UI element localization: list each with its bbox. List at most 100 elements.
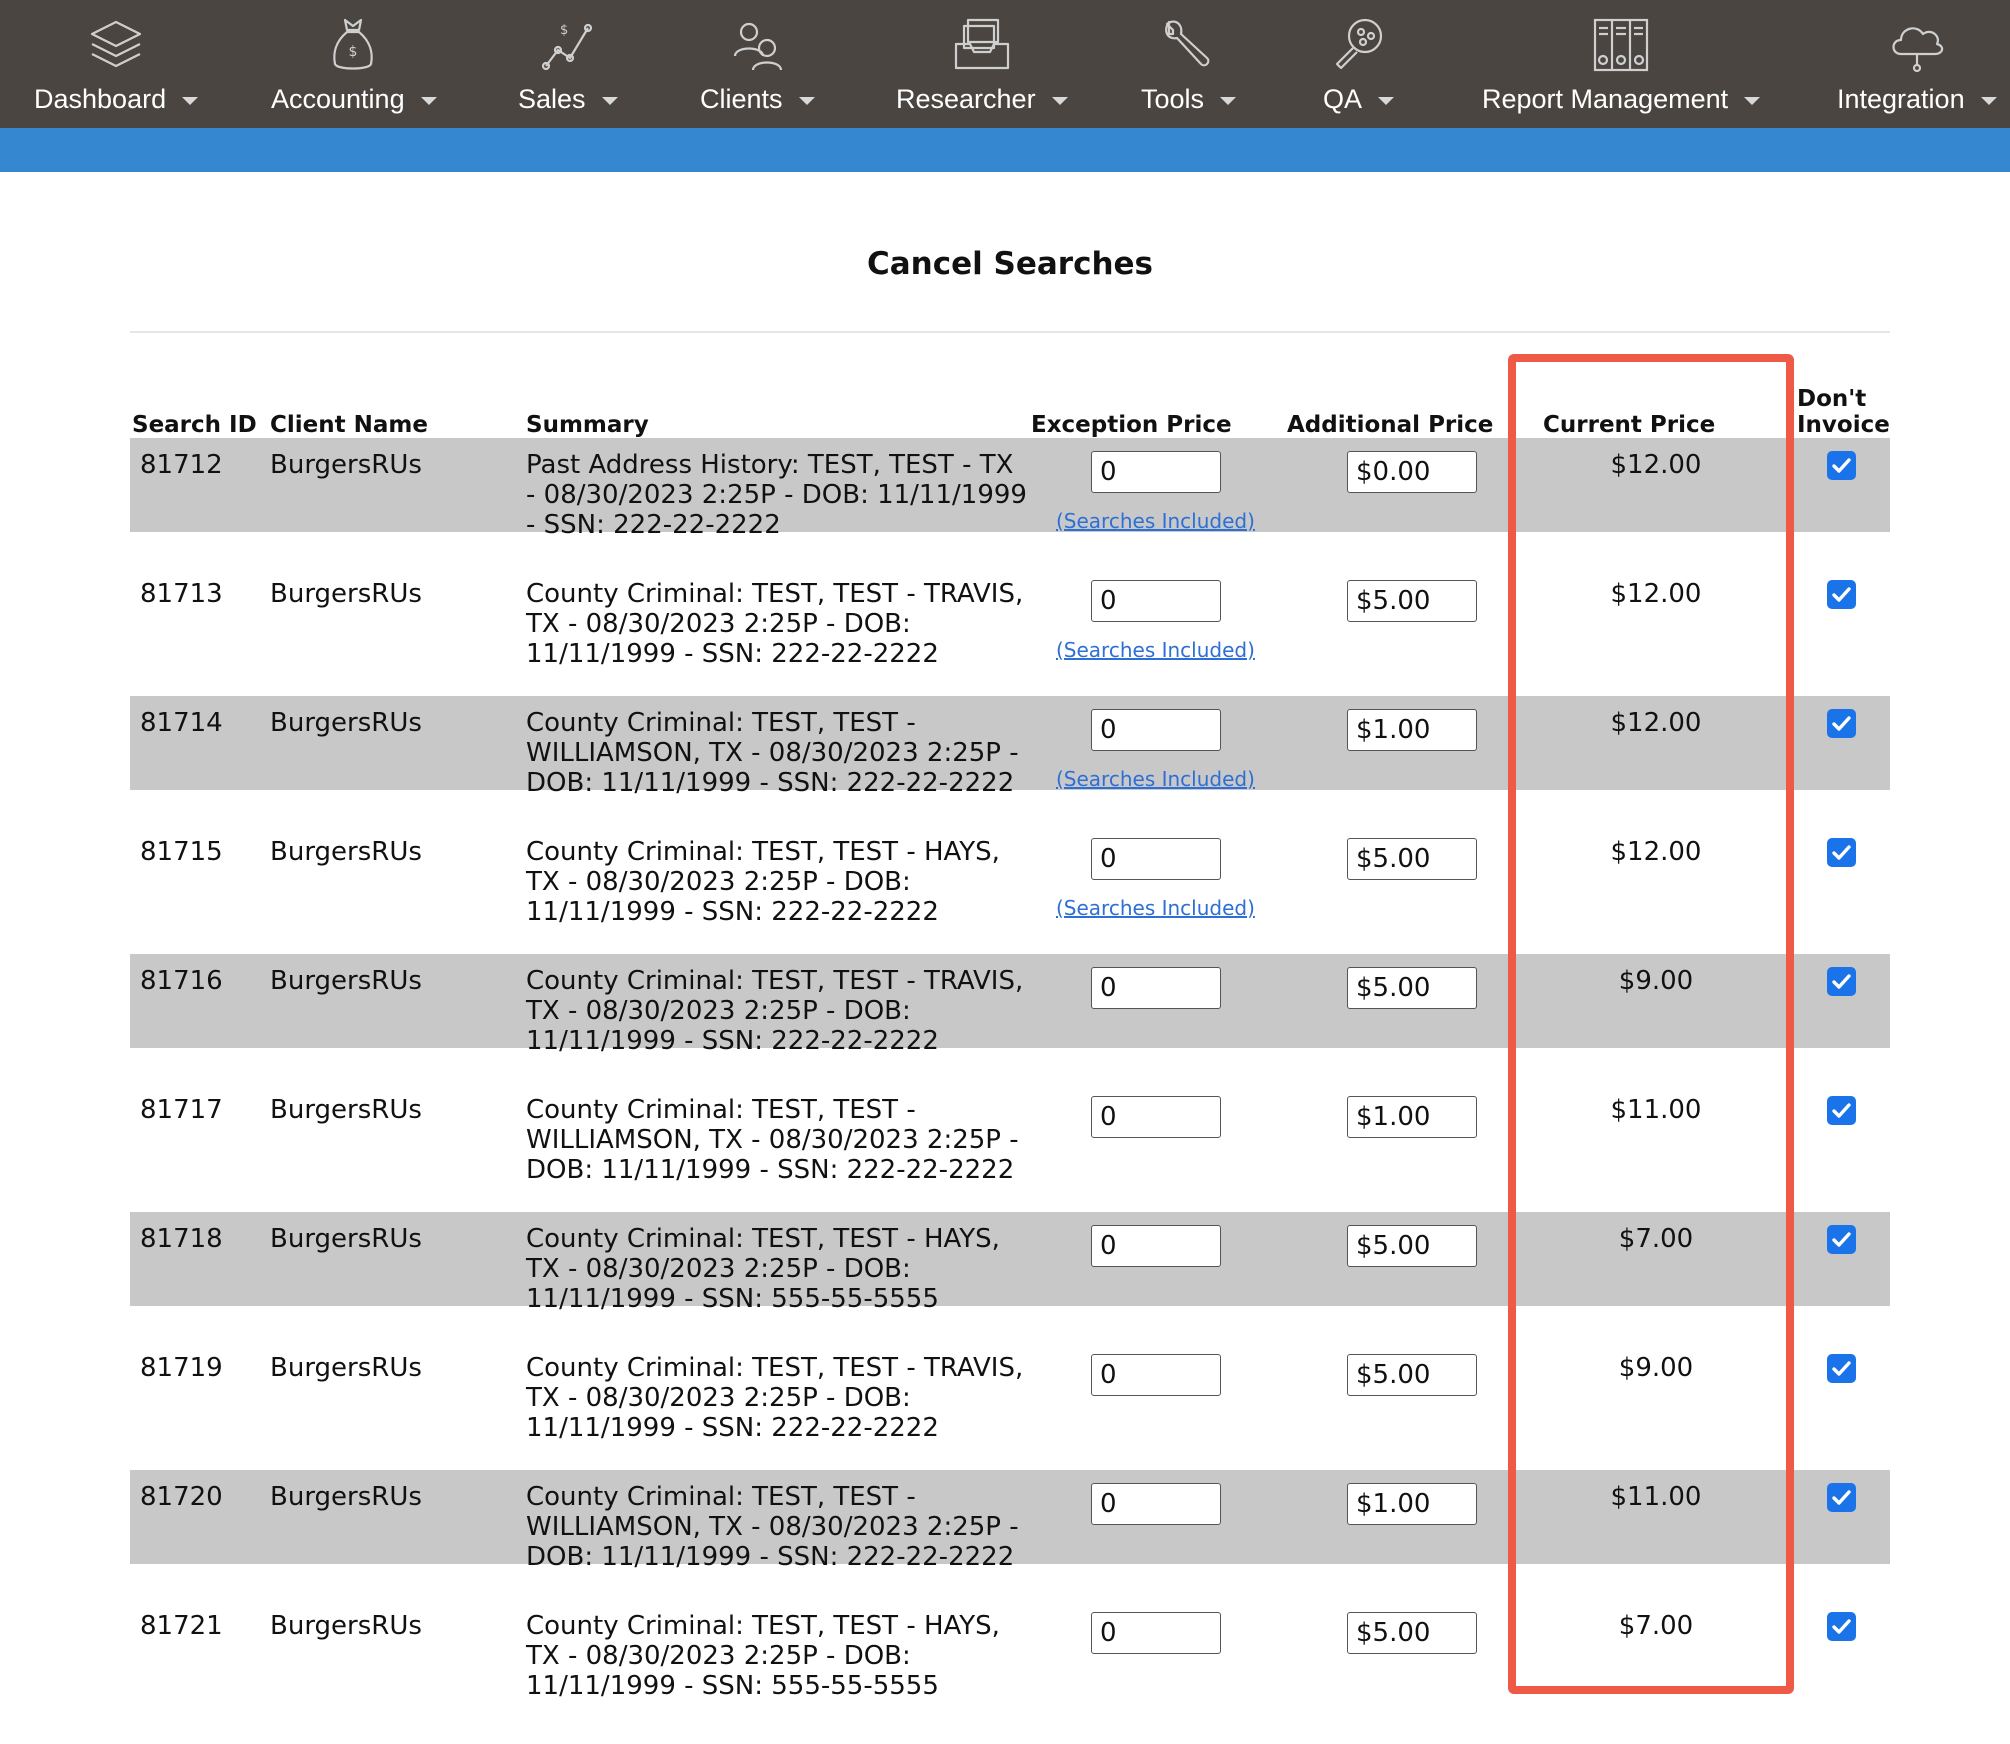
svg-text:$: $ [560,23,568,38]
dont-invoice-checkbox[interactable] [1827,1096,1856,1125]
nav-item-dashboard[interactable]: Dashboard [34,0,199,128]
table-row: 81721 BurgersRUs County Criminal: TEST, TE… [130,1599,1890,1728]
searches-included-link[interactable]: (Searches Included) [1056,639,1255,661]
search-id: 81717 [140,1095,223,1125]
dont-invoice-checkbox[interactable] [1827,1225,1856,1254]
client-name: BurgersRUs [270,1482,422,1512]
nav-item-clients[interactable]: Clients [700,0,815,128]
header-current-price: Current Price [1543,412,1716,438]
additional-price-input[interactable]: $5.00 [1347,1225,1477,1267]
search-id: 81716 [140,966,223,996]
exception-price-input[interactable]: 0 [1091,1096,1221,1138]
binders-icon [1591,14,1651,74]
additional-price-input[interactable]: $5.00 [1347,1354,1477,1396]
checkmark-icon [1832,1490,1851,1505]
nav-item-integration[interactable]: Integration [1837,0,1997,128]
additional-price-input[interactable]: $5.00 [1347,838,1477,880]
client-name: BurgersRUs [270,708,422,738]
current-price: $11.00 [1610,1482,1702,1512]
chevron-down-icon [182,97,199,105]
nav-item-sales[interactable]: $ Sales [518,0,618,128]
header-search-id: Search ID [132,412,257,438]
header-exception-price: Exception Price [1031,412,1232,438]
dont-invoice-checkbox[interactable] [1827,1612,1856,1641]
header-dont-invoice-line1: Don't [1797,386,1867,412]
exception-price-input[interactable]: 0 [1091,1483,1221,1525]
current-price: $9.00 [1618,966,1694,996]
summary: County Criminal: TEST, TEST - TRAVIS, TX… [526,579,1024,669]
search-id: 81720 [140,1482,223,1512]
accent-bar [0,128,2010,172]
checkmark-icon [1832,974,1851,989]
search-id: 81714 [140,708,223,738]
magnifier-icon [1329,14,1389,74]
sales-chart-icon: $ [538,14,598,74]
checkmark-icon [1832,716,1851,731]
table-row: 81714 BurgersRUs County Criminal: TEST, TE… [130,696,1890,825]
client-name: BurgersRUs [270,450,422,480]
table-row: 81718 BurgersRUs County Criminal: TEST, TE… [130,1212,1890,1341]
client-name: BurgersRUs [270,837,422,867]
nav-label: Accounting [271,84,405,114]
exception-price-input[interactable]: 0 [1091,838,1221,880]
dont-invoice-checkbox[interactable] [1827,967,1856,996]
nav-label: Tools [1141,84,1205,114]
page-title: Cancel Searches [866,246,1154,282]
additional-price-input[interactable]: $5.00 [1347,1612,1477,1654]
chevron-down-icon [1051,97,1068,105]
summary: County Criminal: TEST, TEST - TRAVIS, TX… [526,1353,1024,1443]
current-price: $12.00 [1610,708,1702,738]
nav-item-accounting[interactable]: $ Accounting [271,0,437,128]
search-id: 81718 [140,1224,223,1254]
header-additional-price: Additional Price [1287,412,1494,438]
search-id: 81712 [140,450,223,480]
current-price: $12.00 [1610,450,1702,480]
nav-item-report-management[interactable]: Report Management [1482,0,1761,128]
nav-label: Sales [518,84,586,114]
summary: County Criminal: TEST, TEST - WILLIAMSON… [526,1095,1019,1185]
additional-price-input[interactable]: $1.00 [1347,709,1477,751]
checkmark-icon [1832,845,1851,860]
search-id: 81721 [140,1611,223,1641]
summary: County Criminal: TEST, TEST - WILLIAMSON… [526,1482,1019,1572]
checkmark-icon [1832,458,1851,473]
exception-price-input[interactable]: 0 [1091,580,1221,622]
client-name: BurgersRUs [270,579,422,609]
chevron-down-icon [420,97,437,105]
searches-included-link[interactable]: (Searches Included) [1056,897,1255,919]
additional-price-input[interactable]: $5.00 [1347,967,1477,1009]
exception-price-input[interactable]: 0 [1091,967,1221,1009]
client-name: BurgersRUs [270,1353,422,1383]
current-price: $7.00 [1618,1611,1694,1641]
dont-invoice-checkbox[interactable] [1827,1354,1856,1383]
nav-item-researcher[interactable]: Researcher [896,0,1068,128]
exception-price-input[interactable]: 0 [1091,451,1221,493]
table-row: 81715 BurgersRUs County Criminal: TEST, TE… [130,825,1890,954]
header-summary: Summary [526,412,649,438]
dont-invoice-checkbox[interactable] [1827,451,1856,480]
searches-included-link[interactable]: (Searches Included) [1056,510,1255,532]
additional-price-input[interactable]: $5.00 [1347,580,1477,622]
exception-price-input[interactable]: 0 [1091,709,1221,751]
nav-item-qa[interactable]: QA [1323,0,1395,128]
chevron-down-icon [1744,97,1761,105]
additional-price-input[interactable]: $1.00 [1347,1483,1477,1525]
searches-included-link[interactable]: (Searches Included) [1056,768,1255,790]
checkmark-icon [1832,1619,1851,1634]
dont-invoice-checkbox[interactable] [1827,1483,1856,1512]
exception-price-input[interactable]: 0 [1091,1225,1221,1267]
dont-invoice-checkbox[interactable] [1827,580,1856,609]
dont-invoice-checkbox[interactable] [1827,709,1856,738]
table-body: 81712 BurgersRUs Past Address History: TES… [130,438,1890,1728]
exception-price-input[interactable]: 0 [1091,1612,1221,1654]
chevron-down-icon [1378,97,1395,105]
current-price: $11.00 [1610,1095,1702,1125]
nav-item-tools[interactable]: Tools [1141,0,1237,128]
additional-price-input[interactable]: $0.00 [1347,451,1477,493]
exception-price-input[interactable]: 0 [1091,1354,1221,1396]
summary: County Criminal: TEST, TEST - HAYS, TX -… [526,837,1000,927]
dont-invoice-checkbox[interactable] [1827,838,1856,867]
current-price: $7.00 [1618,1224,1694,1254]
current-price: $12.00 [1610,579,1702,609]
additional-price-input[interactable]: $1.00 [1347,1096,1477,1138]
